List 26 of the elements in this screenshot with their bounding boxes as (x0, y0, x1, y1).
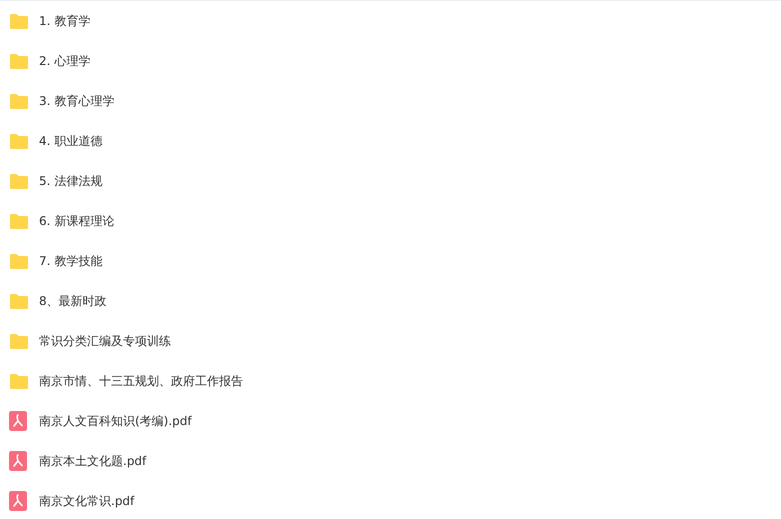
folder-icon (9, 372, 29, 390)
folder-icon (9, 12, 29, 30)
folder-icon (9, 52, 29, 70)
folder-icon (9, 332, 29, 350)
file-name[interactable]: 6. 新课程理论 (39, 212, 114, 230)
pdf-icon (9, 491, 27, 511)
file-name[interactable]: 4. 职业道德 (39, 132, 102, 150)
file-name[interactable]: 7. 教学技能 (39, 252, 102, 270)
folder-icon (9, 92, 29, 110)
file-name[interactable]: 常识分类汇编及专项训练 (39, 332, 171, 350)
pdf-icon (9, 451, 27, 471)
file-name[interactable]: 3. 教育心理学 (39, 92, 114, 110)
file-name[interactable]: 5. 法律法规 (39, 172, 102, 190)
pdf-icon (9, 411, 27, 431)
folder-icon (9, 132, 29, 150)
folder-icon (9, 252, 29, 270)
file-name[interactable]: 1. 教育学 (39, 12, 90, 30)
file-name[interactable]: 南京本土文化题.pdf (39, 452, 146, 470)
file-name[interactable]: 南京文化常识.pdf (39, 492, 134, 510)
file-name[interactable]: 2. 心理学 (39, 52, 90, 70)
folder-icon (9, 292, 29, 310)
folder-icon (9, 172, 29, 190)
file-name[interactable]: 南京人文百科知识(考编).pdf (39, 412, 192, 430)
file-name[interactable]: 南京市情、十三五规划、政府工作报告 (39, 372, 243, 390)
folder-icon (9, 212, 29, 230)
file-name[interactable]: 8、最新时政 (39, 292, 107, 310)
